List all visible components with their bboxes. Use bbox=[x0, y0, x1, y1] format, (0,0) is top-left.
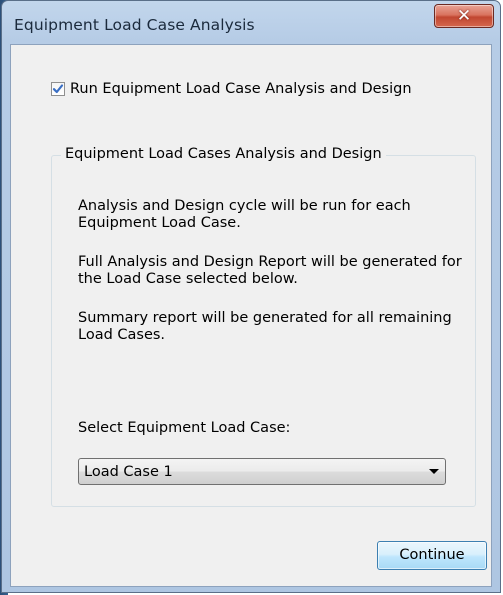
info-text-summary-report: Summary report will be generated for all… bbox=[78, 310, 452, 343]
chevron-down-icon bbox=[429, 469, 439, 474]
close-icon: ✕ bbox=[456, 6, 472, 26]
groupbox-title: Equipment Load Cases Analysis and Design bbox=[61, 146, 386, 162]
window-title: Equipment Load Case Analysis bbox=[14, 16, 255, 34]
load-case-dropdown[interactable]: Load Case 1 bbox=[78, 458, 446, 485]
checkmark-icon bbox=[52, 84, 64, 94]
dialog-client-area: Run Equipment Load Case Analysis and Des… bbox=[10, 44, 492, 587]
run-analysis-label[interactable]: Run Equipment Load Case Analysis and Des… bbox=[70, 81, 412, 97]
continue-button[interactable]: Continue bbox=[377, 541, 487, 570]
close-button[interactable]: ✕ bbox=[434, 4, 494, 28]
load-cases-groupbox: Equipment Load Cases Analysis and Design… bbox=[51, 146, 476, 507]
run-analysis-option[interactable]: Run Equipment Load Case Analysis and Des… bbox=[51, 81, 412, 97]
run-analysis-checkbox[interactable] bbox=[51, 82, 65, 96]
info-text-full-report: Full Analysis and Design Report will be … bbox=[78, 254, 462, 287]
title-bar[interactable]: Equipment Load Case Analysis ✕ bbox=[2, 1, 500, 47]
dialog-window: Equipment Load Case Analysis ✕ Run Equip… bbox=[1, 0, 501, 593]
load-case-selected-value: Load Case 1 bbox=[84, 464, 173, 480]
info-text-analysis-cycle: Analysis and Design cycle will be run fo… bbox=[78, 198, 411, 231]
select-load-case-label: Select Equipment Load Case: bbox=[78, 420, 291, 436]
